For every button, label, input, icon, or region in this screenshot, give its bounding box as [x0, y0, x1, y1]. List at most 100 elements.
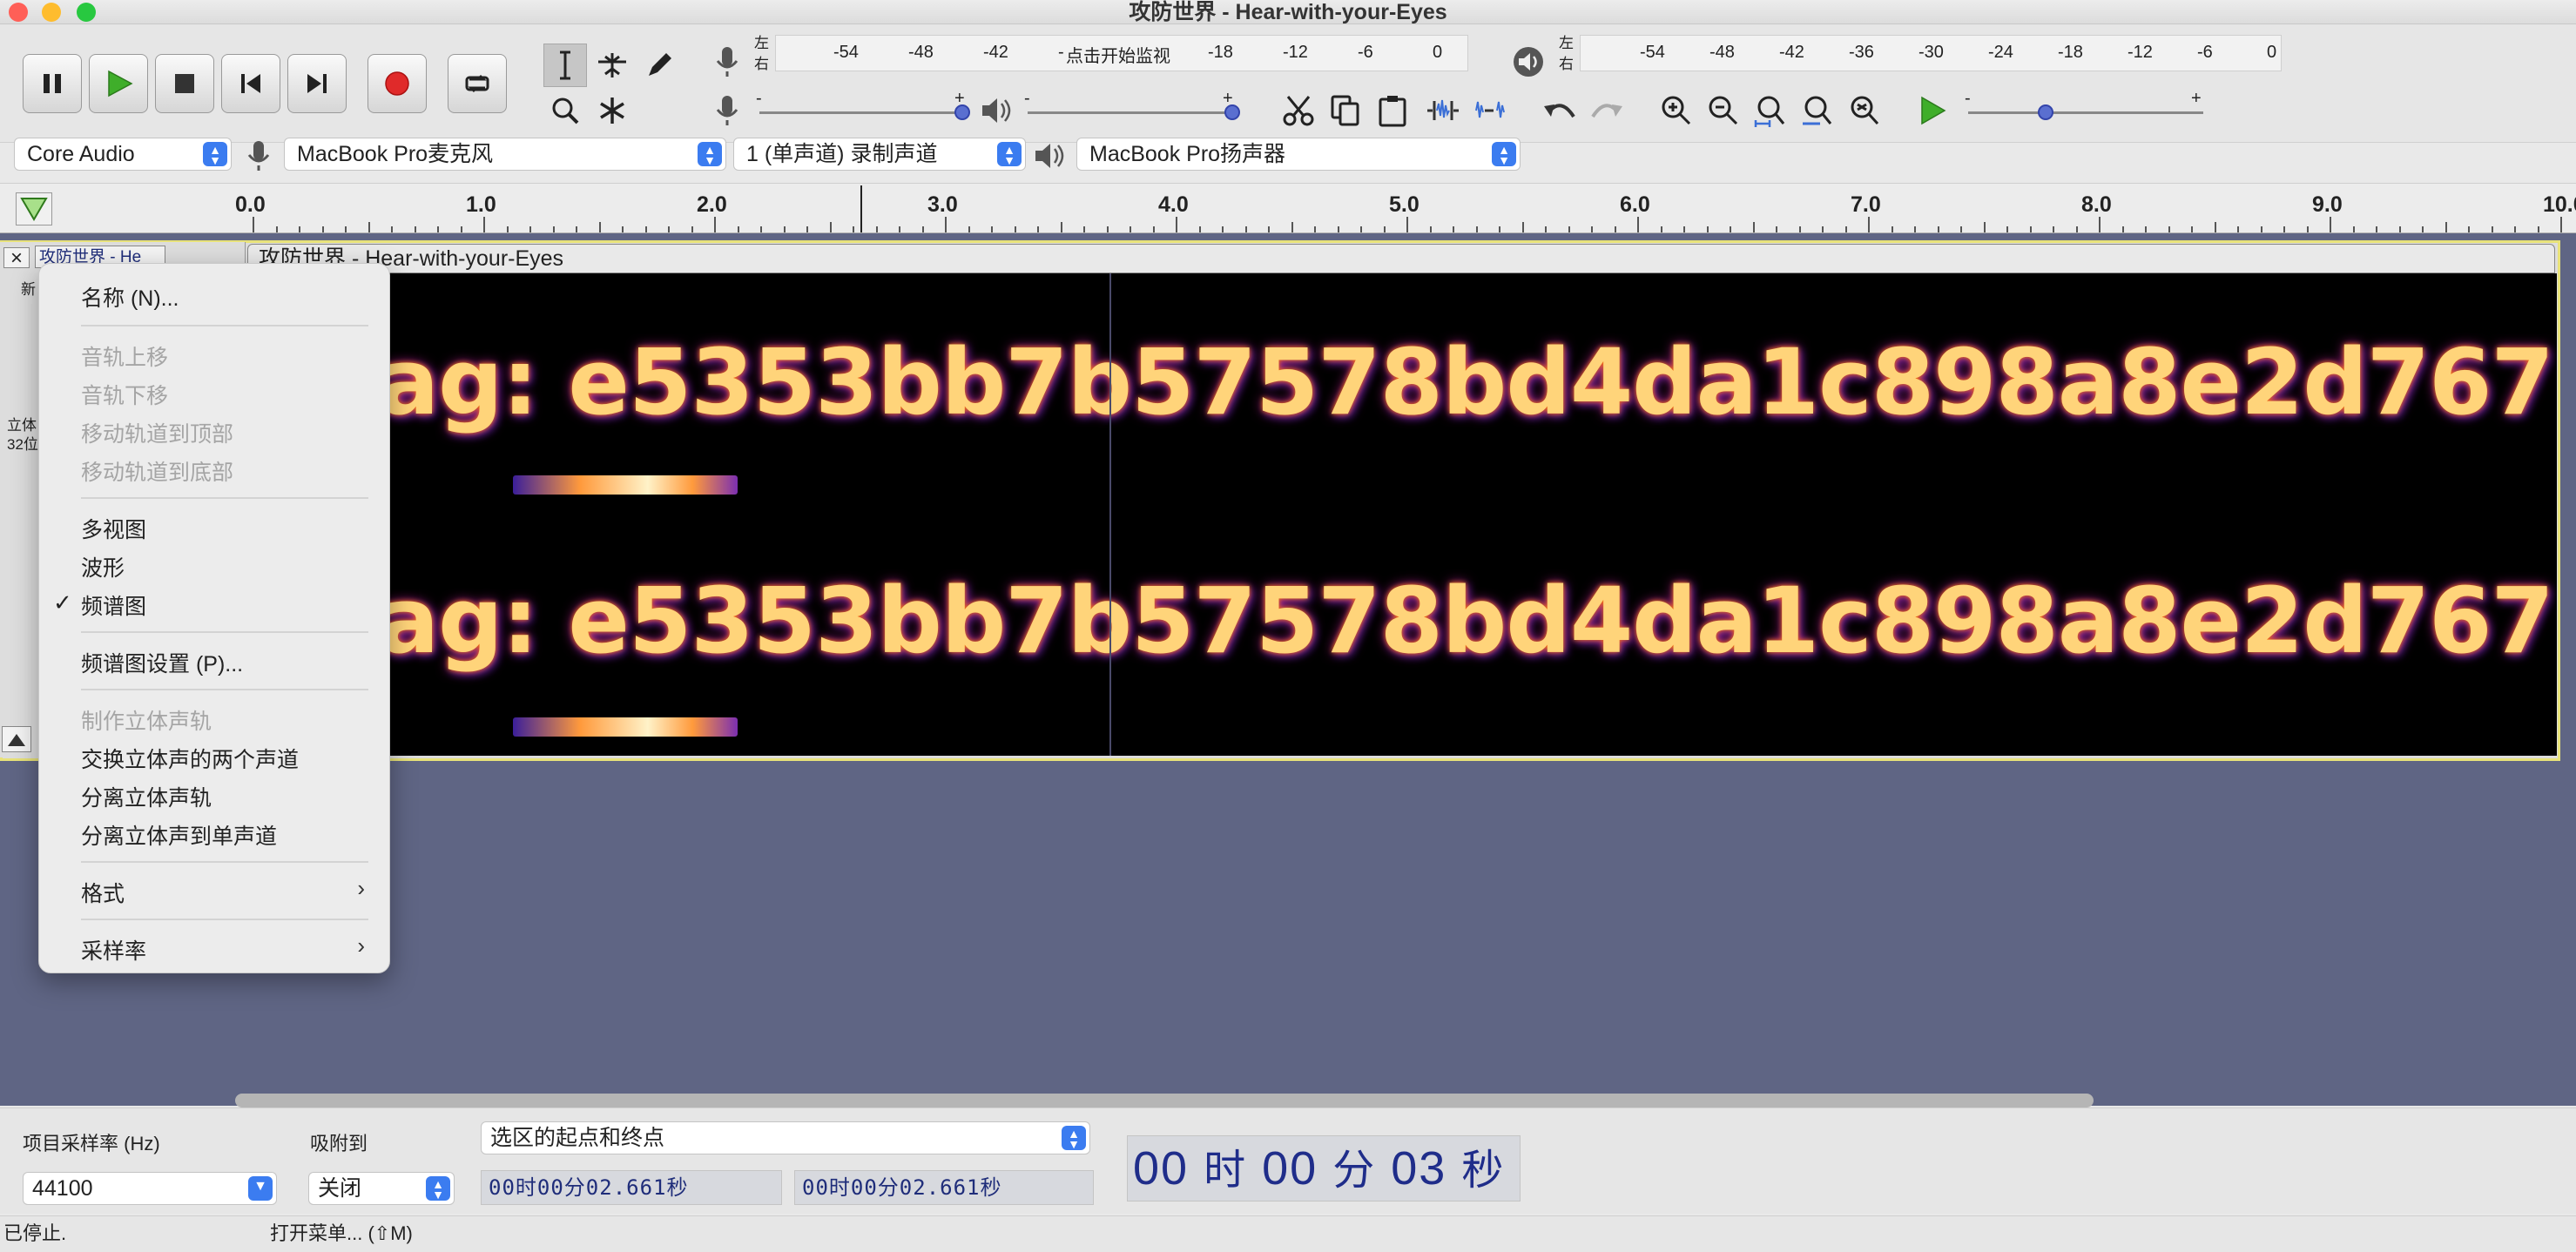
skip-to-end-button[interactable] — [287, 54, 347, 113]
fit-project-button[interactable] — [1796, 89, 1839, 132]
ruler-tick — [1891, 226, 1893, 232]
zoom-in-button[interactable] — [1655, 89, 1698, 132]
ruler-tick — [2491, 226, 2493, 232]
pause-button[interactable] — [23, 54, 82, 113]
project-rate-select[interactable]: 44100 ▼ — [23, 1172, 277, 1205]
ruler-label: 7.0 — [1851, 192, 1881, 217]
ruler-tick — [921, 226, 924, 232]
ruler-tick — [1776, 226, 1777, 232]
menu-item-move-down[interactable]: 音轨下移 — [81, 379, 168, 410]
menu-item-swap-channels[interactable]: 交换立体声的两个声道 — [81, 743, 299, 774]
i-beam-icon — [560, 50, 570, 80]
ruler-tick — [1176, 217, 1177, 232]
fit-selection-button[interactable] — [1749, 89, 1792, 132]
envelope-tool[interactable] — [590, 44, 634, 87]
ruler-tick — [1106, 226, 1109, 232]
status-state: 已停止. — [3, 1222, 67, 1244]
close-track-button[interactable]: × — [3, 247, 30, 269]
project-rate-value: 44100 — [32, 1176, 93, 1201]
menu-item-split-to-mono[interactable]: 分离立体声到单声道 — [81, 819, 277, 851]
menu-item-multi-view[interactable]: 多视图 — [81, 513, 146, 544]
record-button[interactable] — [368, 54, 427, 113]
zoom-toggle-button[interactable] — [1843, 89, 1886, 132]
undo-button[interactable] — [1538, 89, 1581, 132]
menu-separator — [81, 919, 368, 920]
playback-meter[interactable]: -54 -48 -42 -36 -30 -24 -18 -12 -6 0 — [1580, 35, 2282, 71]
menu-item-name[interactable]: 名称 (N)... — [81, 281, 179, 313]
meter-tick-label: -42 — [1779, 43, 1804, 62]
audio-position-display[interactable]: 00 时 00 分 03 秒 — [1127, 1135, 1521, 1202]
ruler-tick — [2121, 226, 2124, 232]
playback-device-select[interactable]: MacBook Pro扬声器 ▲ ▼ — [1076, 138, 1521, 171]
ruler-tick — [1406, 217, 1408, 232]
meter-tick-label: -42 — [983, 43, 1008, 62]
zoom-tool[interactable] — [543, 89, 587, 132]
selection-mode-select[interactable]: 选区的起点和终点 ▲ ▼ — [481, 1121, 1090, 1154]
ruler-tick — [1083, 226, 1085, 232]
meter-tick-label: -6 — [2197, 43, 2213, 62]
menu-item-format[interactable]: 格式 — [81, 877, 125, 908]
menu-item-spectrogram-settings[interactable]: 频谱图设置 (P)... — [81, 647, 243, 678]
menu-separator — [81, 497, 368, 499]
spectrogram-view[interactable]: ag: e5353bb7b57578bd4da1c898a8e2d767 ag:… — [247, 273, 2557, 756]
copy-button[interactable] — [1324, 89, 1367, 132]
play-meter-speaker-icon[interactable] — [1507, 40, 1550, 84]
selection-end-time[interactable]: 00时00分02.661秒 — [794, 1170, 1094, 1205]
menu-item-make-stereo[interactable]: 制作立体声轨 — [81, 704, 212, 736]
horizontal-scrollbar[interactable] — [235, 1094, 2094, 1107]
menu-item-move-top[interactable]: 移动轨道到顶部 — [81, 417, 233, 448]
menu-item-move-bottom[interactable]: 移动轨道到底部 — [81, 455, 233, 487]
zoom-out-button[interactable] — [1702, 89, 1745, 132]
selection-tool[interactable] — [543, 44, 587, 87]
paste-button[interactable] — [1371, 89, 1414, 132]
playback-volume-slider[interactable] — [1028, 111, 1235, 114]
record-icon — [385, 71, 409, 96]
playback-device-value: MacBook Pro扬声器 — [1089, 142, 1286, 166]
loop-button[interactable] — [448, 54, 507, 113]
microphone-icon — [716, 47, 738, 77]
ruler-tick — [1429, 226, 1432, 232]
ruler-tick — [1060, 222, 1062, 232]
snap-to-select[interactable]: 关闭 ▲ ▼ — [308, 1172, 455, 1205]
play-speed-knob[interactable] — [2038, 104, 2053, 120]
draw-tool[interactable] — [637, 44, 681, 87]
ruler-tick — [2053, 226, 2054, 232]
collapse-track-button[interactable] — [2, 726, 31, 752]
timeline-options-button[interactable] — [16, 192, 52, 225]
ruler-tick — [2376, 226, 2377, 232]
menu-item-spectrogram[interactable]: 频谱图 — [81, 589, 146, 621]
play-button[interactable] — [89, 54, 148, 113]
clip-title-bar[interactable]: 攻防世界 - Hear-with-your-Eyes — [247, 244, 2555, 273]
ruler-tick — [529, 226, 531, 232]
speaker-icon — [982, 98, 1011, 123]
stop-button[interactable] — [155, 54, 214, 113]
record-meter-overlay[interactable]: 点击开始监视 — [1064, 42, 1172, 67]
silence-button[interactable] — [1468, 89, 1512, 132]
chevron-right-icon: › — [357, 932, 365, 959]
recording-channels-select[interactable]: 1 (单声道) 录制声道 ▲ ▼ — [733, 138, 1026, 171]
timeline-ruler[interactable]: 0.0 1.0 2.0 3.0 4.0 5.0 6.0 7.0 8.0 9.0 10.0 — [0, 183, 2576, 233]
menu-item-waveform[interactable]: 波形 — [81, 551, 125, 582]
audio-host-select[interactable]: Core Audio ▲ ▼ — [14, 138, 232, 171]
trim-button[interactable] — [1421, 89, 1465, 132]
play-meter-left-label: 左 — [1559, 35, 1574, 51]
menu-item-rate[interactable]: 采样率 — [81, 934, 146, 966]
play-speed-slider[interactable] — [1968, 111, 2203, 114]
cut-button[interactable] — [1277, 89, 1320, 132]
record-volume-slider[interactable] — [759, 111, 967, 114]
menu-item-split-stereo[interactable]: 分离立体声轨 — [81, 781, 212, 812]
redo-button[interactable] — [1585, 89, 1629, 132]
record-volume-knob[interactable] — [954, 104, 970, 120]
recording-device-select[interactable]: MacBook Pro麦克风 ▲ ▼ — [284, 138, 726, 171]
selection-start-time[interactable]: 00时00分02.661秒 — [481, 1170, 782, 1205]
record-meter-mic-icon[interactable] — [705, 40, 749, 84]
skip-to-start-button[interactable] — [221, 54, 280, 113]
meter-tick-label: -36 — [1849, 43, 1874, 62]
menu-item-move-up[interactable]: 音轨上移 — [81, 340, 168, 372]
ruler-tick — [1545, 226, 1547, 232]
multi-tool[interactable] — [590, 89, 634, 132]
playback-volume-knob[interactable] — [1224, 104, 1240, 120]
scissors-icon — [1283, 96, 1314, 126]
ruler-tick — [945, 217, 947, 232]
play-at-speed-button[interactable] — [1911, 89, 1954, 132]
